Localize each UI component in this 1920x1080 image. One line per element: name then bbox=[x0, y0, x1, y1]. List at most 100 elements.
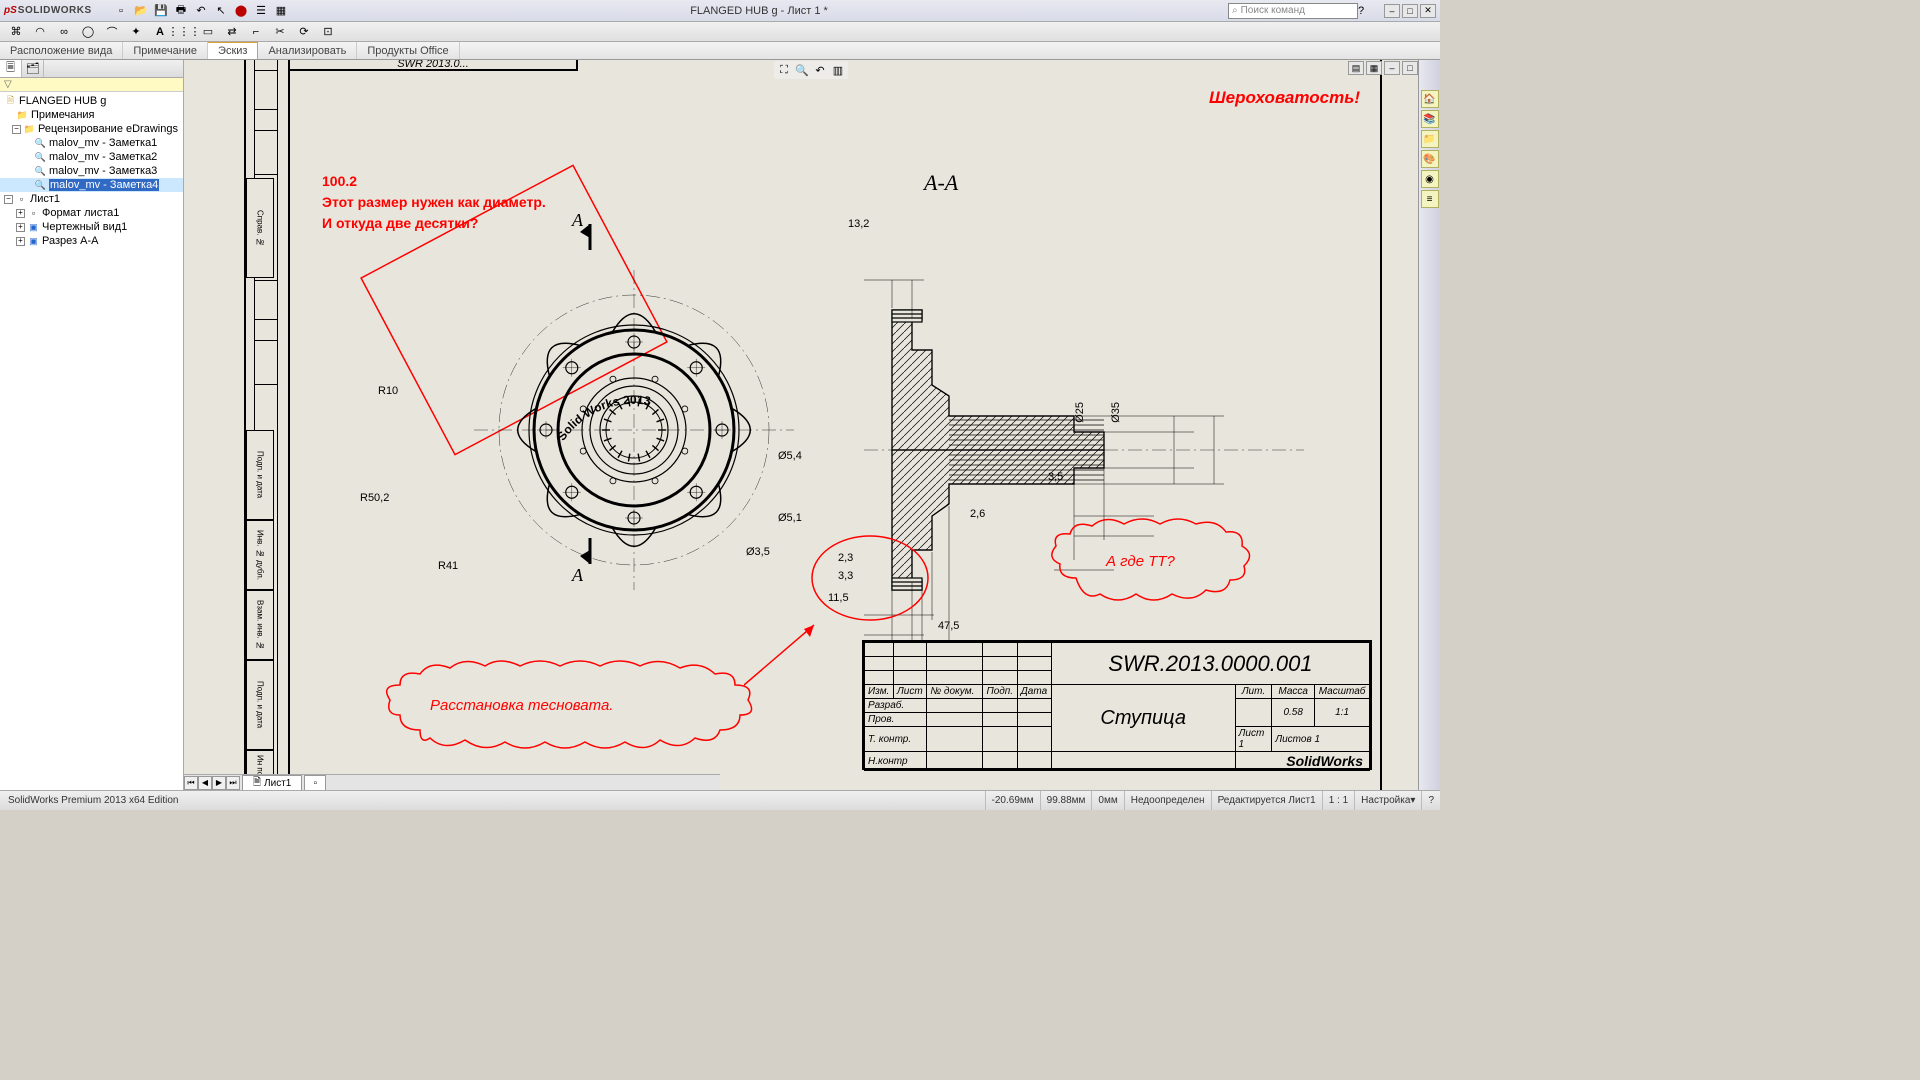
spline-icon[interactable]: ✦ bbox=[126, 24, 146, 40]
tree-edrawings[interactable]: −📁Рецензирование eDrawings bbox=[0, 122, 183, 136]
status-flag-icon[interactable]: ? bbox=[1421, 791, 1440, 810]
rebuild-icon[interactable]: ⬤ bbox=[232, 3, 250, 19]
add-sheet-icon[interactable]: ▫ bbox=[304, 775, 326, 790]
dim-d51: Ø5,1 bbox=[778, 512, 802, 524]
tree-tab-config-icon[interactable]: 🗂 bbox=[22, 60, 44, 77]
vstrip-inv2: Взам. инв. № bbox=[246, 590, 274, 660]
zoom-area-icon[interactable]: 🔍 bbox=[794, 62, 810, 78]
dim-d35: Ø35 bbox=[1110, 402, 1122, 423]
mirror-icon[interactable]: ⇄ bbox=[222, 24, 242, 40]
status-custom[interactable]: Настройка ▾ bbox=[1354, 791, 1421, 810]
tree-section[interactable]: +▣Разрез A-A bbox=[0, 234, 183, 248]
status-edition: SolidWorks Premium 2013 x64 Edition bbox=[0, 795, 186, 806]
dim-r502: R50,2 bbox=[360, 492, 389, 504]
view-settings-icon[interactable]: ▦ bbox=[272, 3, 290, 19]
close-button[interactable]: ✕ bbox=[1420, 4, 1436, 18]
svg-text:А где ТТ?: А где ТТ? bbox=[1105, 553, 1176, 570]
tree-note3[interactable]: 🔍malov_mv - Заметка3 bbox=[0, 164, 183, 178]
sheet-tab-1[interactable]: 🗎Лист1 bbox=[242, 775, 302, 790]
tree-note1[interactable]: 🔍malov_mv - Заметка1 bbox=[0, 136, 183, 150]
tab-sketch[interactable]: Эскиз bbox=[208, 42, 258, 59]
gfx-split2-icon[interactable]: ▦ bbox=[1366, 61, 1382, 75]
options-icon[interactable]: ☰ bbox=[252, 3, 270, 19]
command-manager-tabs: Расположение вида Примечание Эскиз Анали… bbox=[0, 42, 1440, 60]
arc-icon[interactable]: ◠ bbox=[30, 24, 50, 40]
sheet-first-icon[interactable]: ⏮ bbox=[184, 776, 198, 790]
vstrip-inv1: Инв. № дубл. bbox=[246, 520, 274, 590]
section-letter-a-btm: A bbox=[572, 565, 583, 586]
arc2-icon[interactable]: ⌒ bbox=[102, 24, 122, 40]
sheet-next-icon[interactable]: ▶ bbox=[212, 776, 226, 790]
status-edit: Редактируется Лист1 bbox=[1211, 791, 1322, 810]
prev-view-icon[interactable]: ↶ bbox=[812, 62, 828, 78]
gfx-min-button[interactable]: – bbox=[1384, 61, 1400, 75]
zoom-fit-icon[interactable]: ⛶ bbox=[776, 62, 792, 78]
status-under: Недоопределен bbox=[1124, 791, 1211, 810]
tree-annotations[interactable]: 📁Примечания bbox=[0, 108, 183, 122]
chain-icon[interactable]: ⌘ bbox=[6, 24, 26, 40]
taskpane-library-icon[interactable]: 📚 bbox=[1421, 110, 1439, 128]
offset-icon[interactable]: ⊡ bbox=[318, 24, 338, 40]
taskpane-appearance-icon[interactable]: ◉ bbox=[1421, 170, 1439, 188]
tree-drawview[interactable]: +▣Чертежный вид1 bbox=[0, 220, 183, 234]
print-icon[interactable]: 🖶 bbox=[172, 3, 190, 19]
roughness-note: Шероховатость! bbox=[1209, 88, 1360, 108]
rect-icon[interactable]: ▭ bbox=[198, 24, 218, 40]
dim-475: 47,5 bbox=[938, 620, 959, 632]
tree-tab-feature-icon[interactable]: 🗏 bbox=[0, 60, 22, 77]
tree-root[interactable]: 🗎FLANGED HUB g bbox=[0, 94, 183, 108]
command-search[interactable]: ⌕Поиск команд bbox=[1228, 3, 1358, 19]
status-z: 0мм bbox=[1091, 791, 1123, 810]
taskpane-properties-icon[interactable]: ≡ bbox=[1421, 190, 1439, 208]
dim-26: 2,6 bbox=[970, 508, 985, 520]
tree-format[interactable]: +▫Формат листа1 bbox=[0, 206, 183, 220]
new-doc-icon[interactable]: ▫ bbox=[112, 3, 130, 19]
tab-evaluate[interactable]: Анализировать bbox=[258, 42, 357, 59]
title-block: SWR.2013.0000.001 Изм. Лист № докум. Под… bbox=[862, 640, 1372, 770]
status-scale[interactable]: 1 : 1 bbox=[1322, 791, 1354, 810]
select-icon[interactable]: ↖ bbox=[212, 3, 230, 19]
open-icon[interactable]: 📂 bbox=[132, 3, 150, 19]
restore-button[interactable]: □ bbox=[1402, 4, 1418, 18]
graphics-area[interactable]: SWR 2013.0... Справ. № Подп. и дата Инв.… bbox=[184, 60, 1440, 790]
tab-office[interactable]: Продукты Office bbox=[357, 42, 459, 59]
help-icon[interactable]: ? bbox=[1358, 5, 1380, 17]
dim-d35-2: Ø3,5 bbox=[746, 546, 770, 558]
tree-note4[interactable]: 🔍malov_mv - Заметка4 bbox=[0, 178, 183, 192]
link-icon[interactable]: ∞ bbox=[54, 24, 74, 40]
cloud-note3: А где ТТ? bbox=[1046, 518, 1256, 638]
tree-filter[interactable]: ▽ bbox=[0, 78, 183, 92]
save-icon[interactable]: 💾 bbox=[152, 3, 170, 19]
gfx-split-icon[interactable]: ▤ bbox=[1348, 61, 1364, 75]
circle-icon[interactable]: ◯ bbox=[78, 24, 98, 40]
tab-view-layout[interactable]: Расположение вида bbox=[0, 42, 123, 59]
vstrip-sign2: Подп. и дата bbox=[246, 660, 274, 750]
taskpane-explorer-icon[interactable]: 📁 bbox=[1421, 130, 1439, 148]
fillet-icon[interactable]: ⌐ bbox=[246, 24, 266, 40]
undo-icon[interactable]: ↶ bbox=[192, 3, 210, 19]
sheet-prev-icon[interactable]: ◀ bbox=[198, 776, 212, 790]
red-highlight-dims bbox=[808, 530, 938, 630]
convert-icon[interactable]: ⟳ bbox=[294, 24, 314, 40]
status-y: 99.88мм bbox=[1040, 791, 1092, 810]
sheet-last-icon[interactable]: ⏭ bbox=[226, 776, 240, 790]
section-view-icon[interactable]: ▥ bbox=[830, 62, 846, 78]
dim-132: 13,2 bbox=[848, 218, 869, 230]
grid-icon[interactable]: ⋮⋮⋮ bbox=[174, 24, 194, 40]
dim-d54: Ø5,4 bbox=[778, 450, 802, 462]
tab-annotation[interactable]: Примечание bbox=[123, 42, 208, 59]
titlebar: pSSOLIDWORKS ▫ 📂 💾 🖶 ↶ ↖ ⬤ ☰ ▦ FLANGED H… bbox=[0, 0, 1440, 22]
dim-d25: Ø25 bbox=[1074, 402, 1086, 423]
taskpane-palette-icon[interactable]: 🎨 bbox=[1421, 150, 1439, 168]
sheet-tab-bar: ⏮ ◀ ▶ ⏭ 🗎Лист1 ▫ bbox=[184, 774, 720, 790]
status-x: -20.69мм bbox=[985, 791, 1040, 810]
minimize-button[interactable]: – bbox=[1384, 4, 1400, 18]
tree-sheet[interactable]: −▫Лист1 bbox=[0, 192, 183, 206]
tree-note2[interactable]: 🔍malov_mv - Заметка2 bbox=[0, 150, 183, 164]
top-swr-text: SWR 2013.0... bbox=[288, 60, 578, 71]
trim-icon[interactable]: ✂ bbox=[270, 24, 290, 40]
gfx-max-button[interactable]: □ bbox=[1402, 61, 1418, 75]
status-bar: SolidWorks Premium 2013 x64 Edition -20.… bbox=[0, 790, 1440, 810]
cloud-note2: Расстановка тесновата. bbox=[380, 660, 760, 790]
taskpane-resources-icon[interactable]: 🏠 bbox=[1421, 90, 1439, 108]
